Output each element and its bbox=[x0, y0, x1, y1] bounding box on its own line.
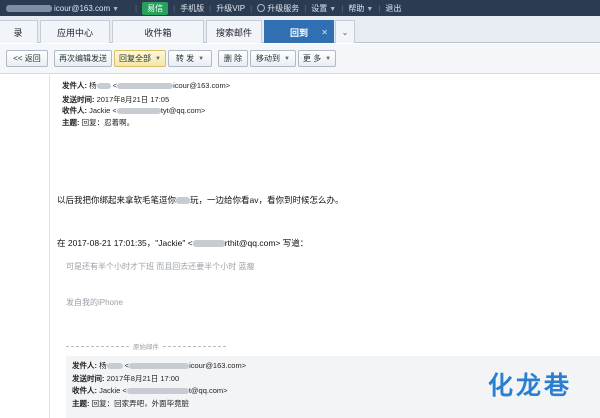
chevron-down-icon: ▼ bbox=[366, 5, 374, 13]
masked-account-name bbox=[6, 4, 52, 12]
divider: | bbox=[304, 3, 307, 13]
masked-text bbox=[192, 240, 225, 248]
mobile-link[interactable]: 手机版 bbox=[180, 3, 204, 14]
tab-search-mail[interactable]: 搜索邮件 bbox=[206, 20, 262, 43]
back-button[interactable]: << 返回 bbox=[6, 50, 48, 67]
more-button[interactable]: 更 多 ▼ bbox=[298, 50, 336, 67]
watermark-logo: 化龙巷 bbox=[488, 371, 573, 400]
divider: | bbox=[135, 3, 138, 13]
yixin-button[interactable]: 易信 bbox=[142, 1, 169, 15]
chevron-down-icon: ▼ bbox=[329, 5, 337, 13]
quoted-signature: 发自我的iPhone bbox=[66, 298, 123, 307]
tab-address[interactable]: 录 bbox=[0, 20, 38, 43]
chevron-down-icon: ▼ bbox=[155, 55, 161, 62]
divider: | bbox=[173, 3, 176, 13]
quoted-message: 可是还有半个小时才下班 而且回去还要半个小时 蓝瘦 bbox=[66, 262, 255, 271]
subject-row: 主题: 回复：忍着啊。 bbox=[62, 118, 135, 127]
chevron-down-icon: ⌄ bbox=[341, 27, 349, 37]
divider: | bbox=[378, 3, 381, 13]
delete-button[interactable]: 删 除 bbox=[218, 50, 248, 67]
top-bar: icour@163.com ▼ | 易信 | 手机版 | 升级VIP | 升级服务… bbox=[0, 0, 600, 16]
masked-text bbox=[106, 363, 123, 370]
chevron-down-icon: ▼ bbox=[284, 55, 290, 62]
chevron-down-icon: ▼ bbox=[325, 55, 332, 62]
recipient-row: 收件人: Jackie < tyt@qq.com> bbox=[62, 106, 206, 115]
masked-text bbox=[176, 197, 191, 205]
move-to-button[interactable]: 移动到 ▼ bbox=[250, 50, 296, 67]
close-icon[interactable]: ✕ bbox=[321, 28, 328, 37]
account-menu[interactable]: icour@163.com ▼ bbox=[0, 4, 130, 13]
divider: | bbox=[250, 3, 253, 13]
original-recipient-row: 收件人: Jackie < t@qq.com> bbox=[72, 386, 228, 395]
divider: | bbox=[341, 3, 344, 13]
masked-text bbox=[126, 388, 189, 395]
account-email: icour@163.com bbox=[54, 3, 111, 13]
message-line: 以后我把你绑起来拿软毛笔逗你 玩，一边给你看av，看你到时候怎么办。 bbox=[57, 195, 344, 205]
tab-list-dropdown[interactable]: ⌄ bbox=[335, 20, 355, 43]
original-sender-row: 发件人: 杨 < icour@163.com> bbox=[72, 361, 247, 370]
original-subject-row: 主题: 回复：回家弄吧，外面毕竟脏 bbox=[72, 399, 190, 408]
reply-all-button[interactable]: 回复全部 ▼ bbox=[114, 50, 166, 67]
flag-icon bbox=[257, 4, 266, 13]
masked-text bbox=[117, 83, 174, 90]
help-menu[interactable]: 帮助 ▼ bbox=[348, 3, 373, 14]
settings-menu[interactable]: 设置 ▼ bbox=[311, 3, 336, 14]
divider: | bbox=[209, 3, 212, 13]
upgrade-service-link[interactable]: 升级服务 bbox=[257, 3, 299, 14]
chevron-down-icon: ▼ bbox=[112, 5, 120, 13]
original-mail-divider: 原始邮件 bbox=[66, 341, 226, 351]
forward-button[interactable]: 转 发 ▼ bbox=[168, 50, 212, 67]
original-sent-time-row: 发送时间: 2017年8月21日 17:00 bbox=[72, 374, 180, 383]
quote-intro: 在 2017-08-21 17:01:35，"Jackie" < rthit@qq… bbox=[57, 238, 309, 248]
tab-inbox[interactable]: 收件箱 bbox=[112, 20, 204, 43]
tab-bar: 录 应用中心 收件箱 搜索邮件 回到 ✕ ⌄ bbox=[0, 16, 600, 43]
mail-toolbar: << 返回 再次编辑发送 回复全部 ▼ 转 发 ▼ 删 除 移动到 ▼ 更 多 ▼ bbox=[0, 44, 600, 74]
masked-text bbox=[116, 108, 161, 115]
tab-app-center[interactable]: 应用中心 bbox=[40, 20, 110, 43]
sent-time-row: 发送时间: 2017年8月21日 17:05 bbox=[62, 95, 170, 104]
chevron-down-icon: ▼ bbox=[198, 55, 205, 62]
left-divider bbox=[49, 74, 50, 418]
masked-text bbox=[96, 83, 111, 90]
logout-link[interactable]: 退出 bbox=[385, 3, 401, 14]
resend-button[interactable]: 再次编辑发送 bbox=[54, 50, 112, 67]
upgrade-vip-link[interactable]: 升级VIP bbox=[216, 3, 245, 14]
masked-text bbox=[129, 363, 190, 370]
tab-current-mail[interactable]: 回到 ✕ bbox=[264, 20, 334, 43]
sender-row: 发件人: 杨 < icour@163.com> bbox=[62, 81, 231, 90]
